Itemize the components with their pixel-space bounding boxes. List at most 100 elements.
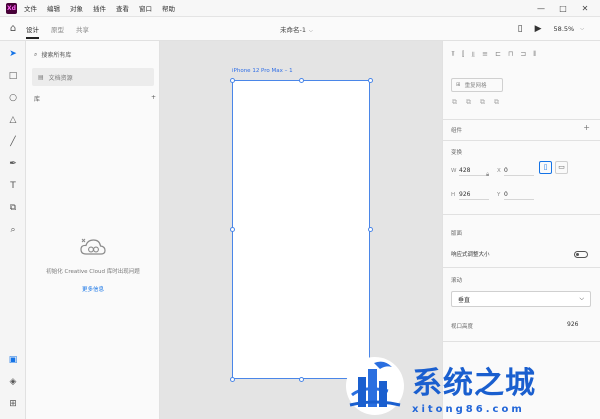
resize-handle-bottom-left[interactable] — [230, 377, 235, 382]
resize-handle-top-left[interactable] — [230, 78, 235, 83]
lock-aspect-icon[interactable]: 🔒︎ — [486, 171, 489, 179]
creative-cloud-icon — [80, 238, 106, 255]
add-boolean-icon[interactable]: ⧉ — [452, 98, 457, 107]
resize-handle-right[interactable] — [368, 227, 373, 232]
component-label: 组件 — [451, 128, 463, 134]
document-assets-item[interactable]: ▤ 文档资源 — [32, 68, 154, 86]
repeat-grid-button[interactable]: ⊞ 重复网格 — [451, 78, 503, 92]
responsive-resize-label: 响应式调整大小 — [451, 252, 490, 258]
watermark-subtitle: xitong86.com — [412, 403, 525, 415]
menu-window[interactable]: 窗口 — [139, 3, 152, 13]
exclude-boolean-icon[interactable]: ⧉ — [494, 98, 499, 107]
divider — [443, 341, 600, 342]
y-label: Y — [497, 192, 501, 198]
assets-search[interactable]: ⌕ 搜索所有库 — [34, 50, 72, 60]
top-toolbar: ⌂ 设计 原型 共享 未命名-1 ⌵ ▯ ▶ 58.5% ⌵ — [0, 17, 600, 41]
ellipse-tool-icon[interactable]: ○ — [0, 93, 26, 103]
landscape-icon[interactable]: ▭ — [555, 161, 568, 174]
layout-label: 版面 — [451, 231, 463, 237]
transform-label: 变换 — [451, 150, 463, 156]
document-title[interactable]: 未命名-1 ⌵ — [280, 24, 313, 34]
align-center-icon[interactable]: ⊓ — [508, 50, 513, 59]
watermark-text: 系统之城 xitong86.com — [412, 358, 536, 415]
play-icon[interactable]: ▶ — [535, 24, 542, 34]
plugins-icon[interactable]: ⊞ — [0, 399, 26, 409]
pen-tool-icon[interactable]: ✒ — [0, 159, 26, 169]
divider — [443, 119, 600, 120]
libraries-header: 库 + — [34, 94, 156, 103]
responsive-resize-toggle[interactable] — [574, 251, 588, 258]
align-tools: ⫪ ⫿ ⫫ ≡ ⊏ ⊓ ⊐ ⦀ — [451, 50, 536, 59]
rectangle-tool-icon[interactable]: □ — [0, 71, 26, 81]
portrait-icon[interactable]: ▯ — [539, 161, 552, 174]
toolbar-right: ▯ ▶ 58.5% ⌵ — [518, 21, 584, 37]
resize-handle-top[interactable] — [299, 78, 304, 83]
tab-share[interactable]: 共享 — [76, 18, 89, 40]
divider — [443, 214, 600, 215]
watermark: 系统之城 xitong86.com — [344, 353, 600, 419]
xd-logo-icon: Xd — [6, 2, 17, 14]
x-label: X — [497, 168, 501, 174]
distribute-horizontal-icon[interactable]: ⦀ — [533, 50, 536, 59]
intersect-boolean-icon[interactable]: ⧉ — [480, 98, 485, 107]
menu-view[interactable]: 查看 — [116, 3, 129, 13]
distribute-vertical-icon[interactable]: ≡ — [482, 50, 488, 59]
menu-help[interactable]: 帮助 — [162, 3, 175, 13]
artboard-tool-icon[interactable]: ⧉ — [0, 203, 26, 213]
y-field[interactable]: 0 — [504, 191, 534, 200]
align-bottom-icon[interactable]: ⫫ — [471, 50, 475, 59]
resize-handle-top-right[interactable] — [368, 78, 373, 83]
polygon-tool-icon[interactable]: △ — [0, 115, 26, 125]
align-left-icon[interactable]: ⊏ — [495, 50, 501, 59]
menu-file[interactable]: 文件 — [24, 3, 37, 13]
menu-plugins[interactable]: 插件 — [93, 3, 106, 13]
scroll-label: 滚动 — [451, 278, 463, 284]
resize-handle-bottom[interactable] — [299, 377, 304, 382]
chevron-down-icon: ⌵ — [579, 295, 584, 302]
menu-edit[interactable]: 编辑 — [47, 3, 60, 13]
layers-icon[interactable]: ◈ — [0, 377, 26, 387]
zoom-tool-icon[interactable]: ⌕ — [0, 225, 26, 235]
document-assets-icon[interactable]: ▣ — [0, 355, 26, 365]
tab-design[interactable]: 设计 — [26, 18, 39, 40]
chevron-down-icon: ⌵ — [308, 28, 313, 34]
artboard-name[interactable]: iPhone 12 Pro Max – 1 — [232, 68, 293, 74]
maximize-button[interactable]: □ — [552, 4, 574, 13]
select-tool-icon[interactable]: ➤ — [0, 49, 26, 59]
menu-bar: Xd 文件 编辑 对象 插件 查看 窗口 帮助 — □ ✕ — [0, 0, 600, 17]
menu-object[interactable]: 对象 — [70, 3, 83, 13]
more-info-link[interactable]: 更多信息 — [26, 285, 160, 293]
viewport-height-value[interactable]: 926 — [567, 321, 578, 328]
home-icon[interactable]: ⌂ — [0, 23, 26, 34]
width-label: W — [451, 168, 457, 174]
viewport-height-label: 视口高度 — [451, 324, 474, 330]
add-library-icon[interactable]: + — [151, 94, 156, 103]
artboard[interactable] — [232, 80, 370, 379]
close-button[interactable]: ✕ — [574, 4, 596, 13]
tool-strip: ➤ □ ○ △ ╱ ✒ T ⧉ ⌕ ▣ ◈ ⊞ — [0, 41, 26, 419]
scroll-value: 垂直 — [458, 296, 471, 304]
mobile-preview-icon[interactable]: ▯ — [518, 24, 523, 34]
xd-app: Xd 文件 编辑 对象 插件 查看 窗口 帮助 — □ ✕ ⌂ 设计 原型 共享… — [0, 0, 600, 419]
assets-panel: ⌕ 搜索所有库 ▤ 文档资源 库 + 初始化 Creative Cloud 库时… — [26, 41, 160, 419]
x-field[interactable]: 0 — [504, 167, 534, 176]
minimize-button[interactable]: — — [530, 4, 552, 13]
watermark-title: 系统之城 — [412, 365, 536, 401]
document-title-text: 未命名-1 — [280, 26, 306, 34]
zoom-control[interactable]: 58.5% ⌵ — [554, 25, 584, 33]
align-middle-icon[interactable]: ⫿ — [462, 50, 464, 59]
subtract-boolean-icon[interactable]: ⧉ — [466, 98, 471, 107]
align-right-icon[interactable]: ⊐ — [520, 50, 526, 59]
search-placeholder: 搜索所有库 — [41, 52, 72, 59]
width-field[interactable]: 428 — [459, 167, 489, 176]
align-top-icon[interactable]: ⫪ — [451, 50, 455, 59]
line-tool-icon[interactable]: ╱ — [0, 137, 26, 147]
height-field[interactable]: 926 — [459, 191, 489, 200]
tab-prototype[interactable]: 原型 — [51, 18, 64, 40]
repeat-grid-icon: ⊞ — [456, 82, 461, 88]
document-assets-label: 文档资源 — [48, 74, 73, 82]
add-component-icon[interactable]: + — [583, 123, 590, 132]
text-tool-icon[interactable]: T — [0, 181, 26, 191]
scroll-dropdown[interactable]: 垂直 ⌵ — [451, 291, 591, 307]
resize-handle-left[interactable] — [230, 227, 235, 232]
